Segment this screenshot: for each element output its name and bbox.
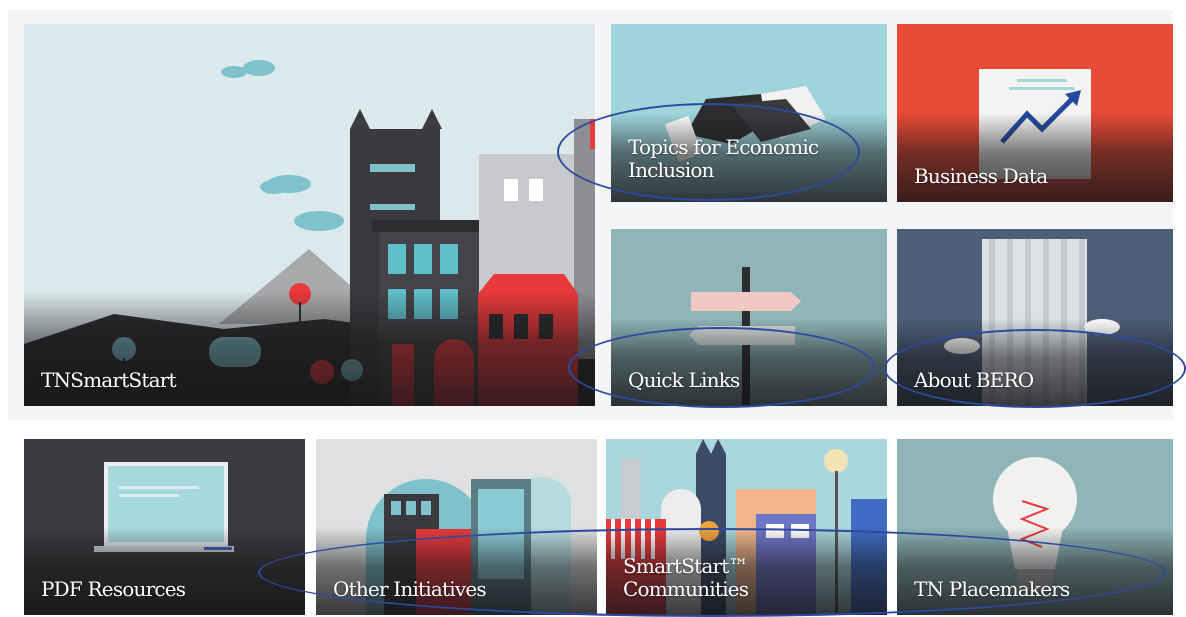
tile-smartstart-communities[interactable]: SmartStart™ Communities	[606, 439, 887, 615]
tile-label-topics: Topics for Economic Inclusion	[628, 135, 819, 182]
tile-label-pdf-resources: PDF Resources	[41, 577, 186, 601]
tile-label-quick-links: Quick Links	[628, 368, 740, 392]
tile-quick-links[interactable]: Quick Links	[611, 229, 887, 406]
tile-label-tn-placemakers: TN Placemakers	[914, 577, 1070, 601]
tile-label-other-initiatives: Other Initiatives	[333, 577, 487, 601]
tile-tn-placemakers[interactable]: TN Placemakers	[897, 439, 1173, 615]
tile-tnsmartstart[interactable]: TNSmartStart	[24, 24, 595, 406]
tile-label-about-bero: About BERO	[914, 368, 1034, 392]
tile-pdf-resources[interactable]: PDF Resources	[24, 439, 305, 615]
tile-business-data[interactable]: Business Data	[897, 24, 1173, 202]
tile-label-smartstart-communities: SmartStart™ Communities	[623, 554, 749, 601]
tile-topics-economic-inclusion[interactable]: Topics for Economic Inclusion	[611, 24, 887, 202]
tile-other-initiatives[interactable]: Other Initiatives	[316, 439, 597, 615]
tile-label-business-data: Business Data	[914, 164, 1048, 188]
tile-about-bero[interactable]: About BERO	[897, 229, 1173, 406]
tile-label-tnsmartstart: TNSmartStart	[41, 368, 176, 392]
